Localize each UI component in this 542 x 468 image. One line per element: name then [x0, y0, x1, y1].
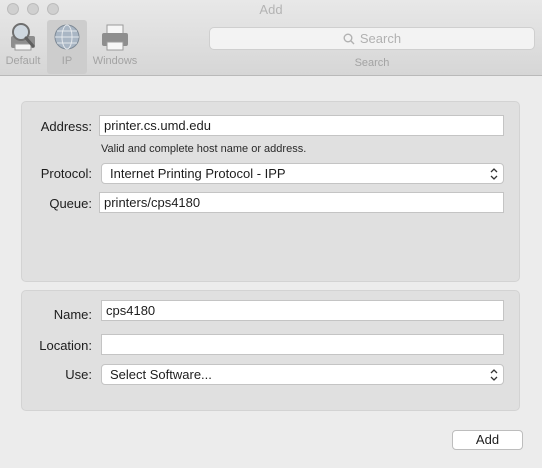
use-software-popup[interactable]: Select Software...	[101, 364, 504, 385]
location-label: Location:	[39, 338, 92, 353]
use-value: Select Software...	[110, 367, 212, 382]
toolbar-default-button[interactable]: Default	[0, 20, 46, 74]
name-field[interactable]: cps4180	[101, 300, 504, 321]
toolbar-ip-button[interactable]: IP	[47, 20, 87, 74]
protocol-value: Internet Printing Protocol - IPP	[110, 166, 286, 181]
default-printer-icon	[11, 23, 35, 51]
chevron-up-down-icon	[490, 369, 498, 381]
windows-printer-icon	[102, 24, 128, 51]
location-field[interactable]	[101, 334, 504, 355]
magnifier-icon	[343, 33, 355, 44]
search-field[interactable]: Search	[209, 27, 535, 50]
toolbar-default-label: Default	[5, 55, 41, 67]
toolbar-windows-label: Windows	[92, 55, 138, 67]
name-label: Name:	[53, 307, 92, 322]
add-button[interactable]: Add	[452, 430, 523, 450]
queue-label: Queue:	[49, 196, 92, 211]
toolbar-ip-label: IP	[61, 55, 73, 67]
search-caption: Search	[354, 57, 390, 69]
window-toolbar: Add Default IP Windows Search Search	[0, 0, 542, 76]
chevron-up-down-icon	[490, 168, 498, 180]
globe-icon	[54, 24, 80, 50]
use-label: Use:	[65, 367, 92, 382]
address-hint: Valid and complete host name or address.	[101, 143, 307, 155]
toolbar-windows-button[interactable]: Windows	[87, 20, 143, 74]
queue-field[interactable]: printers/cps4180	[99, 192, 504, 213]
address-field[interactable]: printer.cs.umd.edu	[99, 115, 504, 136]
address-label: Address:	[40, 119, 92, 134]
window-title: Add	[259, 2, 283, 17]
protocol-popup[interactable]: Internet Printing Protocol - IPP	[101, 163, 504, 184]
search-placeholder: Search	[359, 31, 402, 46]
protocol-label: Protocol:	[40, 166, 92, 181]
